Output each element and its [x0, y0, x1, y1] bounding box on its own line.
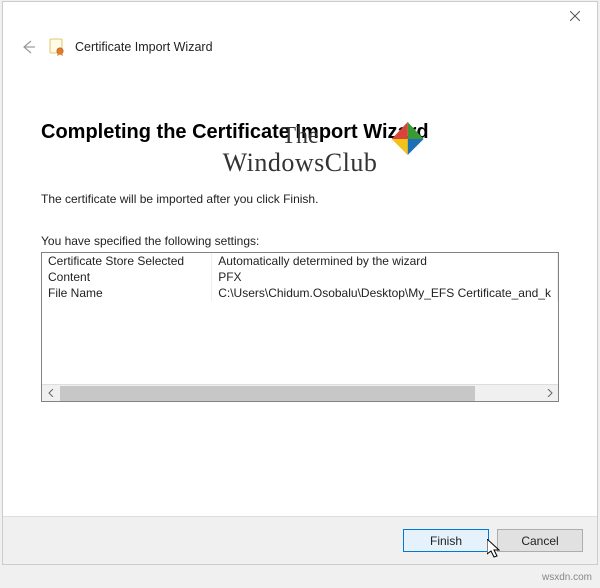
wizard-window: Certificate Import Wizard The WindowsClu…: [2, 1, 598, 565]
setting-label: Certificate Store Selected: [42, 253, 212, 269]
setting-label: Content: [42, 269, 212, 285]
setting-label: File Name: [42, 285, 212, 301]
scroll-right-arrow[interactable]: [541, 385, 558, 402]
scroll-left-arrow[interactable]: [42, 385, 59, 402]
setting-value: PFX: [212, 269, 558, 285]
titlebar: [3, 2, 597, 32]
setting-value: Automatically determined by the wizard: [212, 253, 558, 269]
body-text: The certificate will be imported after y…: [41, 192, 559, 206]
close-button[interactable]: [552, 2, 597, 30]
table-row[interactable]: File Name C:\Users\Chidum.Osobalu\Deskto…: [42, 285, 558, 301]
settings-label: You have specified the following setting…: [41, 234, 559, 248]
back-button[interactable]: [17, 36, 39, 58]
cancel-button-label: Cancel: [521, 534, 558, 548]
settings-listview: Certificate Store Selected Automatically…: [41, 252, 559, 402]
settings-scroll-area: Certificate Store Selected Automatically…: [42, 253, 558, 384]
chevron-right-icon: [547, 389, 553, 397]
back-arrow-icon: [19, 38, 37, 56]
scroll-thumb[interactable]: [60, 386, 475, 401]
table-row[interactable]: Certificate Store Selected Automatically…: [42, 253, 558, 269]
certificate-icon: [49, 38, 65, 56]
cancel-button[interactable]: Cancel: [497, 529, 583, 552]
chevron-left-icon: [48, 389, 54, 397]
header-row: Certificate Import Wizard: [3, 32, 597, 66]
footer: Finish Cancel: [3, 516, 597, 564]
settings-table: Certificate Store Selected Automatically…: [42, 253, 558, 301]
wizard-title: Certificate Import Wizard: [75, 40, 213, 54]
scroll-track[interactable]: [59, 385, 541, 402]
finish-button[interactable]: Finish: [403, 529, 489, 552]
page-heading: Completing the Certificate Import Wizard: [41, 121, 559, 144]
horizontal-scrollbar[interactable]: [42, 384, 558, 401]
close-icon: [570, 11, 580, 21]
table-row[interactable]: Content PFX: [42, 269, 558, 285]
setting-value: C:\Users\Chidum.Osobalu\Desktop\My_EFS C…: [212, 285, 558, 301]
credit-text: wsxdn.com: [542, 572, 592, 583]
watermark-line2: WindowsClub: [223, 149, 378, 176]
content-area: The WindowsClub Completing the Certifica…: [3, 66, 597, 516]
finish-button-label: Finish: [430, 534, 462, 548]
